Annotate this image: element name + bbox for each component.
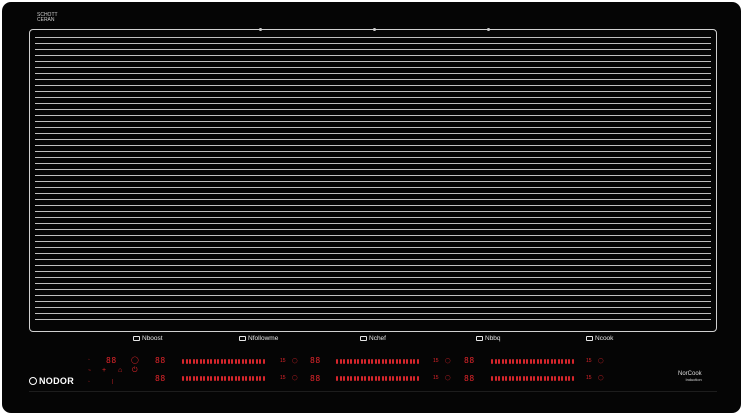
mode-bbq-button[interactable]: Nbbq [476, 335, 501, 342]
zone-marker [373, 28, 376, 31]
glass-brand-label: SCHOTT CERAN [37, 13, 58, 23]
zone-6-boost-icon[interactable]: ◯ [598, 376, 604, 381]
zone-5-display: 88 [464, 356, 475, 365]
zone-4-display: 88 [310, 374, 321, 383]
zone-5-max-label: 15 [586, 358, 592, 364]
zone-3-display: 88 [310, 356, 321, 365]
mode-boost-button[interactable]: Nboost [133, 335, 163, 342]
zone-2-display: 88 [155, 374, 166, 383]
zone-2-boost-icon[interactable]: ◯ [292, 376, 298, 381]
mode-cook-button[interactable]: Ncook [586, 335, 613, 342]
timer-indicator: ◦ [88, 357, 90, 363]
zone-1-max-label: 15 [280, 358, 286, 364]
followme-icon [239, 336, 246, 341]
mode-label: Nfollowme [248, 335, 279, 342]
mode-label: Ncook [595, 335, 614, 342]
zone-3-power-slider[interactable] [336, 359, 419, 364]
zone-2-power-slider[interactable] [182, 376, 265, 381]
lock-indicator: ~ [88, 368, 91, 374]
mode-label: Nchef [369, 335, 386, 342]
mode-bar: Nboost Nfollowme Nchef Nbbq Ncook [2, 335, 741, 347]
mode-label: Nbbq [485, 335, 501, 342]
zone-2-max-label: 15 [280, 375, 286, 381]
chef-grid-icon [360, 336, 367, 341]
cooking-surface[interactable] [29, 28, 717, 332]
timer-button-icon[interactable]: ◯ [131, 357, 139, 364]
nodor-logo-icon [29, 377, 37, 385]
zone-6-power-slider[interactable] [491, 376, 574, 381]
glass-brand-line-2: CERAN [37, 17, 55, 23]
zone-6-max-label: 15 [586, 375, 592, 381]
bbq-icon [476, 336, 483, 341]
power-button-icon[interactable]: ⏻ [132, 367, 138, 374]
aux-indicator: | [112, 379, 114, 385]
zone-1-power-slider[interactable] [182, 359, 265, 364]
product-subtitle: Induction [685, 377, 702, 382]
zone-1-boost-icon[interactable]: ◯ [292, 359, 298, 364]
zone-4-max-label: 15 [433, 375, 439, 381]
mode-followme-button[interactable]: Nfollowme [239, 335, 278, 342]
main-display: 88 [106, 356, 117, 365]
zone-marker [487, 28, 490, 31]
cook-hat-icon [586, 336, 593, 341]
zone-4-boost-icon[interactable]: ◯ [445, 376, 451, 381]
zone-6-display: 88 [464, 374, 475, 383]
product-badge: NorCook Induction [678, 371, 702, 382]
panel-divider [29, 391, 717, 392]
mode-label: Nboost [142, 335, 163, 342]
aux-indicator: ◦ [88, 379, 90, 385]
zone-1-display: 88 [155, 356, 166, 365]
brand-logo: NODOR [29, 376, 74, 386]
boost-icon [133, 336, 140, 341]
cooking-surface-pattern [35, 37, 711, 325]
home-button-icon[interactable]: ⌂ [118, 367, 122, 374]
zone-marker [259, 28, 262, 31]
brand-logo-text: NODOR [39, 376, 74, 386]
induction-hob: SCHOTT CERAN Nboost Nfollowme Nchef Nbbq… [2, 2, 741, 413]
zone-5-boost-icon[interactable]: ◯ [598, 359, 604, 364]
zone-5-power-slider[interactable] [491, 359, 574, 364]
plus-button-icon[interactable]: + [102, 367, 106, 374]
zone-4-power-slider[interactable] [336, 376, 419, 381]
zone-3-max-label: 15 [433, 358, 439, 364]
control-panel: ◦ 88 ◯ ~ + ⌂ ⏻ ◦ | 88 15 ◯ 88 15 ◯ 88 15… [2, 354, 741, 394]
zone-3-boost-icon[interactable]: ◯ [445, 359, 451, 364]
mode-chef-button[interactable]: Nchef [360, 335, 386, 342]
